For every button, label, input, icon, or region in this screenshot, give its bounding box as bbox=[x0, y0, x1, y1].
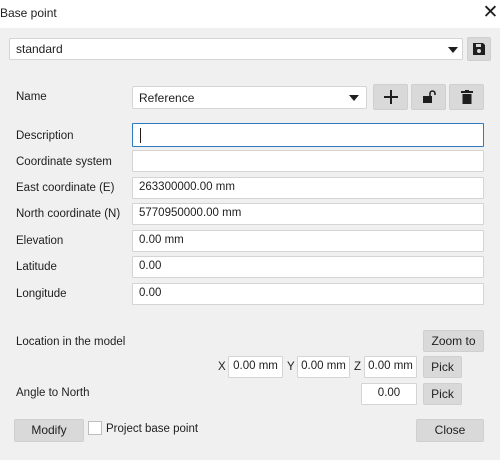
trash-icon bbox=[460, 90, 473, 104]
name-label: Name bbox=[16, 91, 47, 103]
name-dropdown[interactable]: Reference bbox=[132, 86, 367, 109]
delete-name-button[interactable] bbox=[449, 84, 484, 110]
z-value: 0.00 mm bbox=[368, 360, 413, 372]
chevron-down-icon bbox=[448, 47, 458, 53]
angle-to-north-label: Angle to North bbox=[16, 387, 90, 399]
unlock-button[interactable] bbox=[411, 84, 446, 110]
east-coordinate-field[interactable]: 263300000.00 mm bbox=[132, 177, 484, 199]
elevation-label: Elevation bbox=[16, 235, 64, 247]
plus-icon bbox=[383, 90, 398, 104]
name-dropdown-value: Reference bbox=[139, 91, 195, 105]
latitude-value: 0.00 bbox=[139, 260, 162, 272]
longitude-value: 0.00 bbox=[139, 287, 162, 299]
coordinate-system-field[interactable] bbox=[132, 150, 484, 172]
y-field[interactable]: 0.00 mm bbox=[297, 356, 350, 378]
close-button[interactable]: Close bbox=[416, 419, 484, 442]
title-bar bbox=[0, 0, 500, 28]
north-coordinate-field[interactable]: 5770950000.00 mm bbox=[132, 203, 484, 225]
pick-angle-button[interactable]: Pick bbox=[423, 383, 462, 405]
north-coordinate-value: 5770950000.00 mm bbox=[139, 207, 242, 219]
elevation-value: 0.00 mm bbox=[139, 234, 184, 246]
y-label: Y bbox=[287, 361, 295, 373]
east-coordinate-label: East coordinate (E) bbox=[16, 182, 115, 194]
y-value: 0.00 mm bbox=[301, 360, 346, 372]
x-field[interactable]: 0.00 mm bbox=[228, 356, 283, 378]
text-caret bbox=[140, 128, 141, 143]
project-base-point-checkbox[interactable] bbox=[88, 421, 102, 435]
angle-to-north-value: 0.00 bbox=[377, 387, 401, 399]
longitude-label: Longitude bbox=[16, 288, 67, 300]
longitude-field[interactable]: 0.00 bbox=[132, 283, 484, 305]
pick-location-button[interactable]: Pick bbox=[423, 356, 462, 378]
coordinate-system-label: Coordinate system bbox=[16, 156, 112, 168]
chevron-down-icon bbox=[349, 95, 359, 101]
z-label: Z bbox=[354, 361, 362, 373]
unlocked-padlock-icon bbox=[422, 90, 436, 103]
floppy-disk-icon bbox=[473, 43, 485, 55]
close-window-icon[interactable]: ✕ bbox=[481, 2, 500, 24]
save-preset-button[interactable] bbox=[467, 37, 491, 61]
north-coordinate-label: North coordinate (N) bbox=[16, 208, 121, 220]
window-title: Base point bbox=[0, 6, 57, 20]
x-label: X bbox=[218, 361, 226, 373]
description-field[interactable] bbox=[132, 123, 484, 147]
z-field[interactable]: 0.00 mm bbox=[364, 356, 417, 378]
description-label: Description bbox=[16, 130, 74, 142]
project-base-point-label: Project base point bbox=[106, 423, 199, 435]
latitude-label: Latitude bbox=[16, 261, 57, 273]
angle-to-north-field[interactable]: 0.00 bbox=[361, 383, 417, 405]
modify-button[interactable]: Modify bbox=[14, 419, 84, 442]
zoom-to-button[interactable]: Zoom to bbox=[423, 330, 484, 352]
add-name-button[interactable] bbox=[373, 84, 408, 110]
preset-dropdown-value: standard bbox=[16, 42, 63, 56]
east-coordinate-value: 263300000.00 mm bbox=[139, 181, 235, 193]
latitude-field[interactable]: 0.00 bbox=[132, 256, 484, 278]
elevation-field[interactable]: 0.00 mm bbox=[132, 230, 484, 252]
x-value: 0.00 mm bbox=[233, 360, 278, 372]
location-label: Location in the model bbox=[16, 336, 126, 348]
preset-dropdown[interactable]: standard bbox=[9, 38, 463, 60]
